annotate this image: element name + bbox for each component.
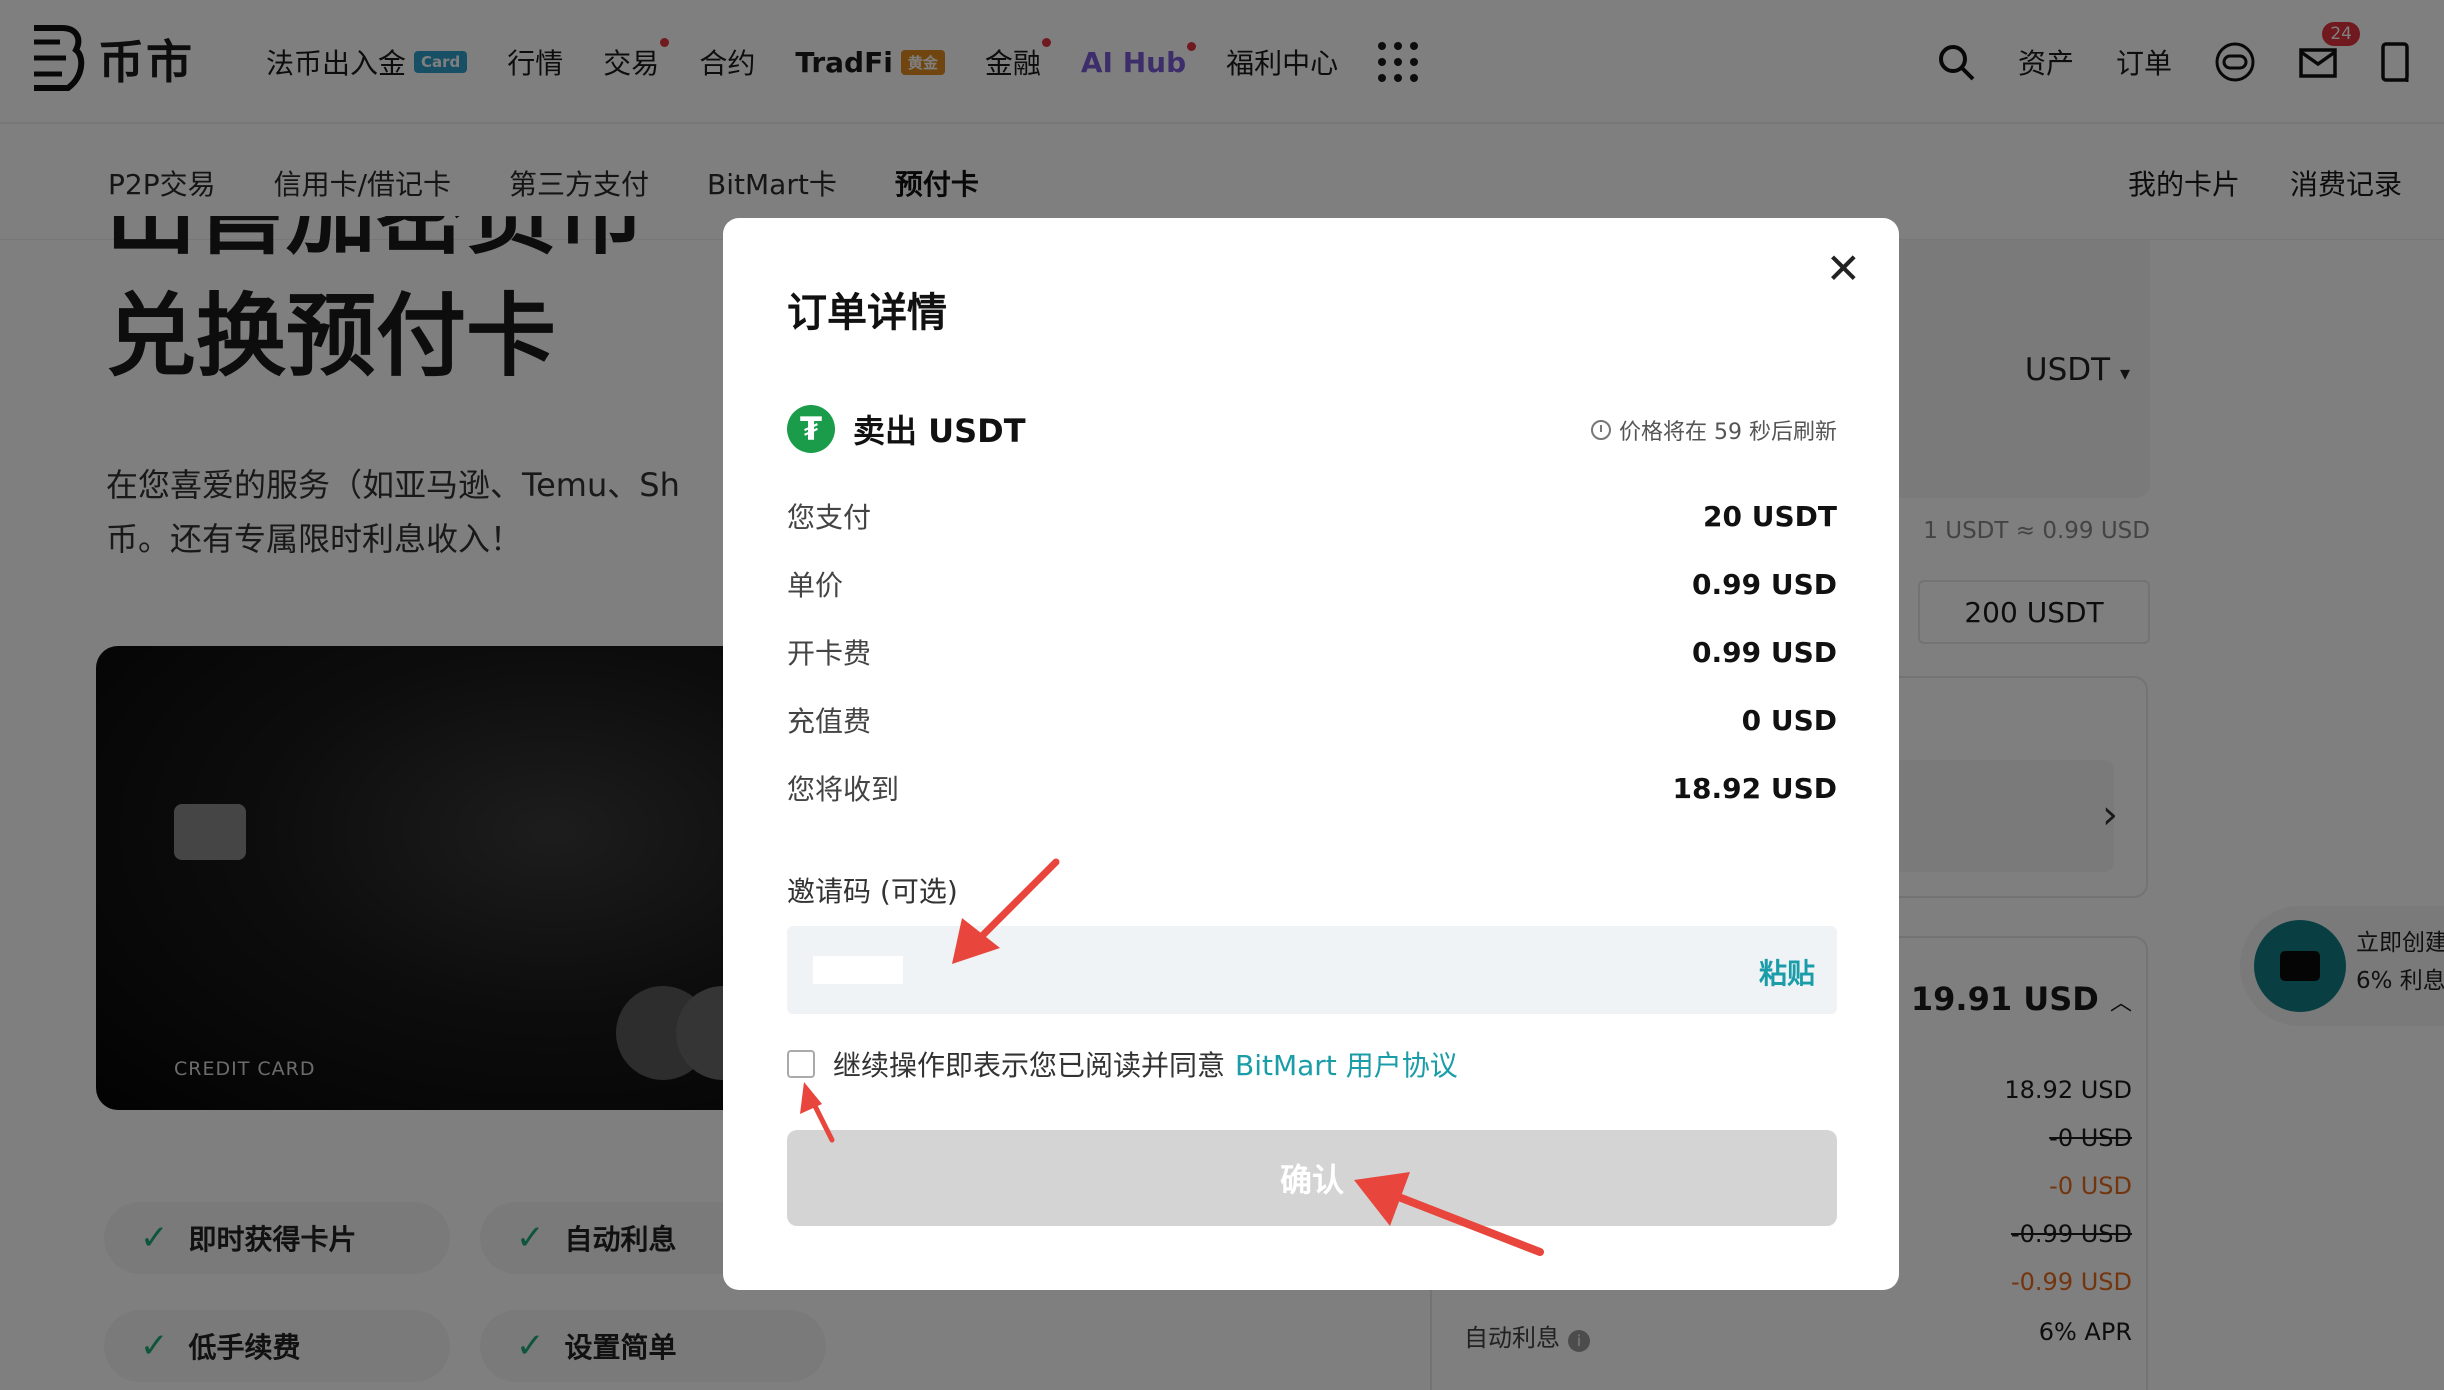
detail-label: 您将收到 (787, 773, 900, 806)
detail-value: 20 USDT (1703, 499, 1837, 533)
close-icon: ✕ (1825, 244, 1861, 293)
sell-header: ₮ 卖出 USDT 价格将在 59 秒后刷新 (787, 404, 1837, 454)
refresh-text: 价格将在 59 秒后刷新 (1619, 420, 1837, 445)
detail-row-pay: 您支付 20 USDT (787, 496, 1837, 536)
detail-row-card-fee: 开卡费 0.99 USD (787, 632, 1837, 672)
invite-code-value-redacted (813, 956, 903, 984)
detail-label: 单价 (787, 569, 844, 602)
detail-value: 0.99 USD (1692, 635, 1837, 669)
order-details-modal: ✕ 订单详情 ₮ 卖出 USDT 价格将在 59 秒后刷新 您支付 20 USD… (723, 218, 1899, 1290)
detail-value: 0.99 USD (1692, 567, 1837, 601)
price-refresh-timer: 价格将在 59 秒后刷新 (1591, 414, 1837, 446)
agreement-checkbox[interactable] (787, 1050, 815, 1078)
agreement-text: 继续操作即表示您已阅读并同意 (833, 1049, 1226, 1082)
detail-value: 0 USD (1741, 703, 1837, 737)
detail-row-unit-price: 单价 0.99 USD (787, 564, 1837, 604)
modal-title: 订单详情 (787, 290, 947, 336)
agreement-row: 继续操作即表示您已阅读并同意 BitMart 用户协议 (787, 1044, 1458, 1084)
detail-row-topup-fee: 充值费 0 USD (787, 700, 1837, 740)
close-button[interactable]: ✕ (1826, 244, 1861, 293)
detail-label: 充值费 (787, 705, 872, 738)
detail-label: 开卡费 (787, 637, 872, 670)
user-agreement-link[interactable]: BitMart 用户协议 (1235, 1044, 1458, 1084)
invite-code-label: 邀请码 (可选) (787, 875, 958, 908)
detail-row-receive: 您将收到 18.92 USD (787, 768, 1837, 808)
sell-label: 卖出 USDT (853, 412, 1026, 450)
usdt-tether-icon: ₮ (787, 405, 835, 453)
paste-button[interactable]: 粘贴 (1759, 952, 1815, 992)
detail-value: 18.92 USD (1672, 771, 1837, 805)
clock-icon (1591, 420, 1612, 440)
invite-code-input[interactable]: 粘贴 (787, 926, 1837, 1014)
confirm-button[interactable]: 确认 (787, 1130, 1837, 1226)
detail-label: 您支付 (787, 501, 872, 534)
